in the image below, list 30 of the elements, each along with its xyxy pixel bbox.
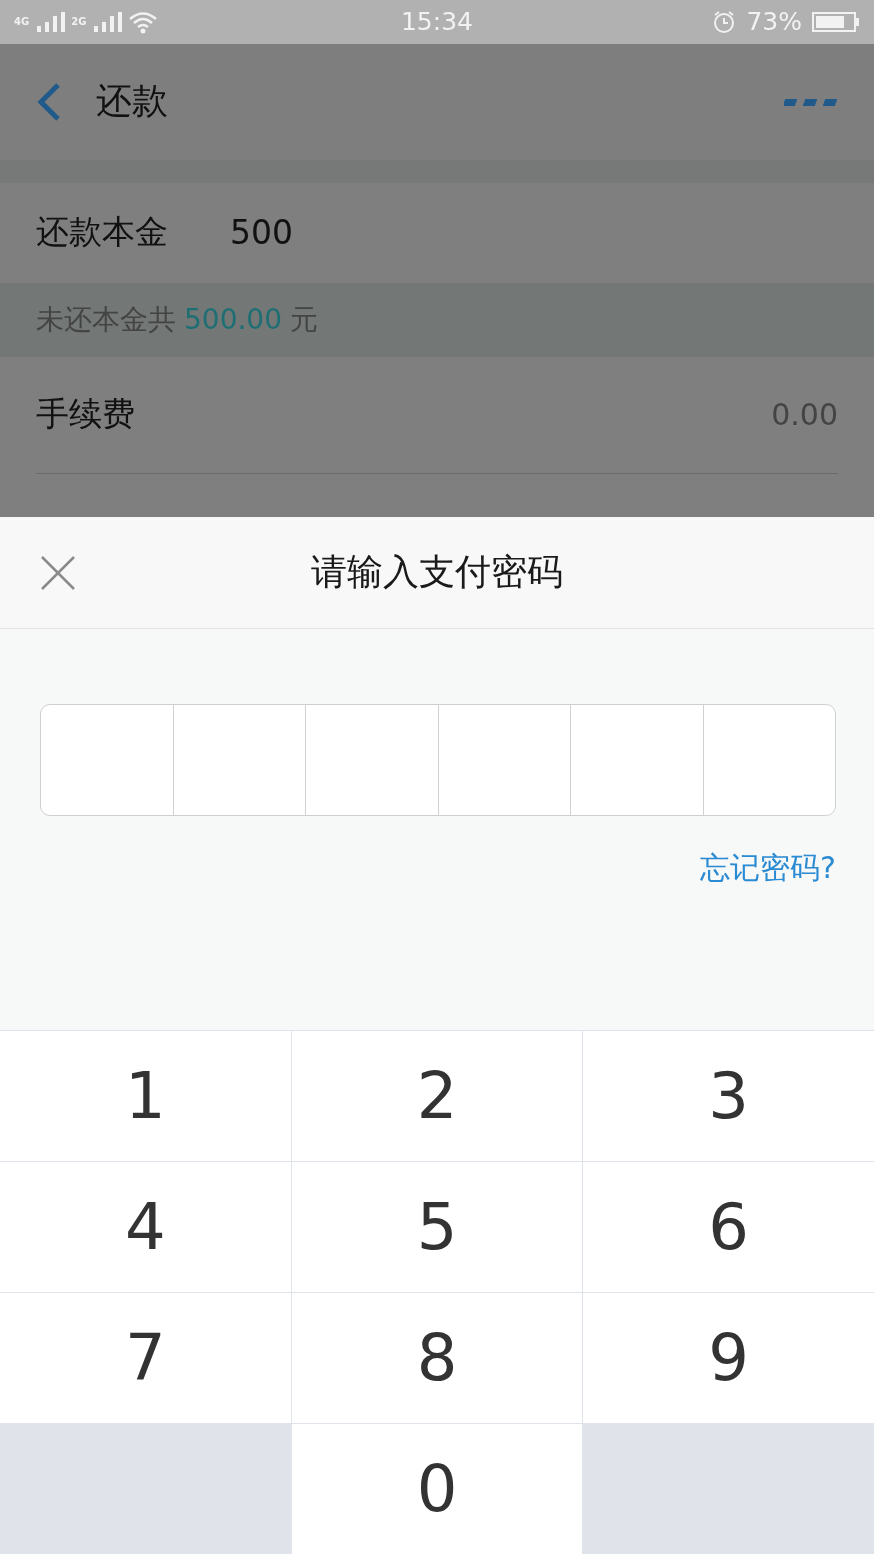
keypad-key[interactable]: 9 <box>583 1293 874 1423</box>
principal-value: 500 <box>230 213 293 253</box>
clock-time: 15:34 <box>399 7 474 37</box>
signal-icon <box>92 9 123 34</box>
battery-percent: 73% <box>746 7 802 37</box>
keypad-key[interactable]: 3 <box>583 1031 874 1161</box>
alarm-icon <box>712 9 737 34</box>
network-label: 4G <box>14 16 30 27</box>
fee-value: 0.00 <box>771 397 838 433</box>
back-icon[interactable] <box>36 81 62 122</box>
network-label: 2G <box>71 16 87 27</box>
more-icon[interactable] <box>784 96 838 107</box>
field-label: 手续费 <box>36 393 135 436</box>
keypad-key[interactable]: 5 <box>291 1162 583 1292</box>
wifi-icon <box>128 9 159 34</box>
battery-icon <box>812 10 860 33</box>
password-field[interactable] <box>40 704 836 817</box>
signal-icon <box>35 9 66 34</box>
keypad-key[interactable]: 6 <box>583 1162 874 1292</box>
keypad-key[interactable]: 4 <box>0 1162 291 1292</box>
close-icon[interactable] <box>40 555 76 592</box>
keypad-key[interactable]: 1 <box>0 1031 291 1161</box>
keypad-key[interactable]: 0 <box>291 1424 583 1554</box>
page-title: 还款 <box>96 79 169 124</box>
field-label: 还款本金 <box>36 211 168 254</box>
sheet-title: 请输入支付密码 <box>311 550 563 595</box>
keypad-key[interactable]: 2 <box>291 1031 583 1161</box>
hint-amount: 500.00 <box>184 303 282 337</box>
keypad-key[interactable]: 7 <box>0 1293 291 1423</box>
keypad-key[interactable]: 8 <box>291 1293 583 1423</box>
